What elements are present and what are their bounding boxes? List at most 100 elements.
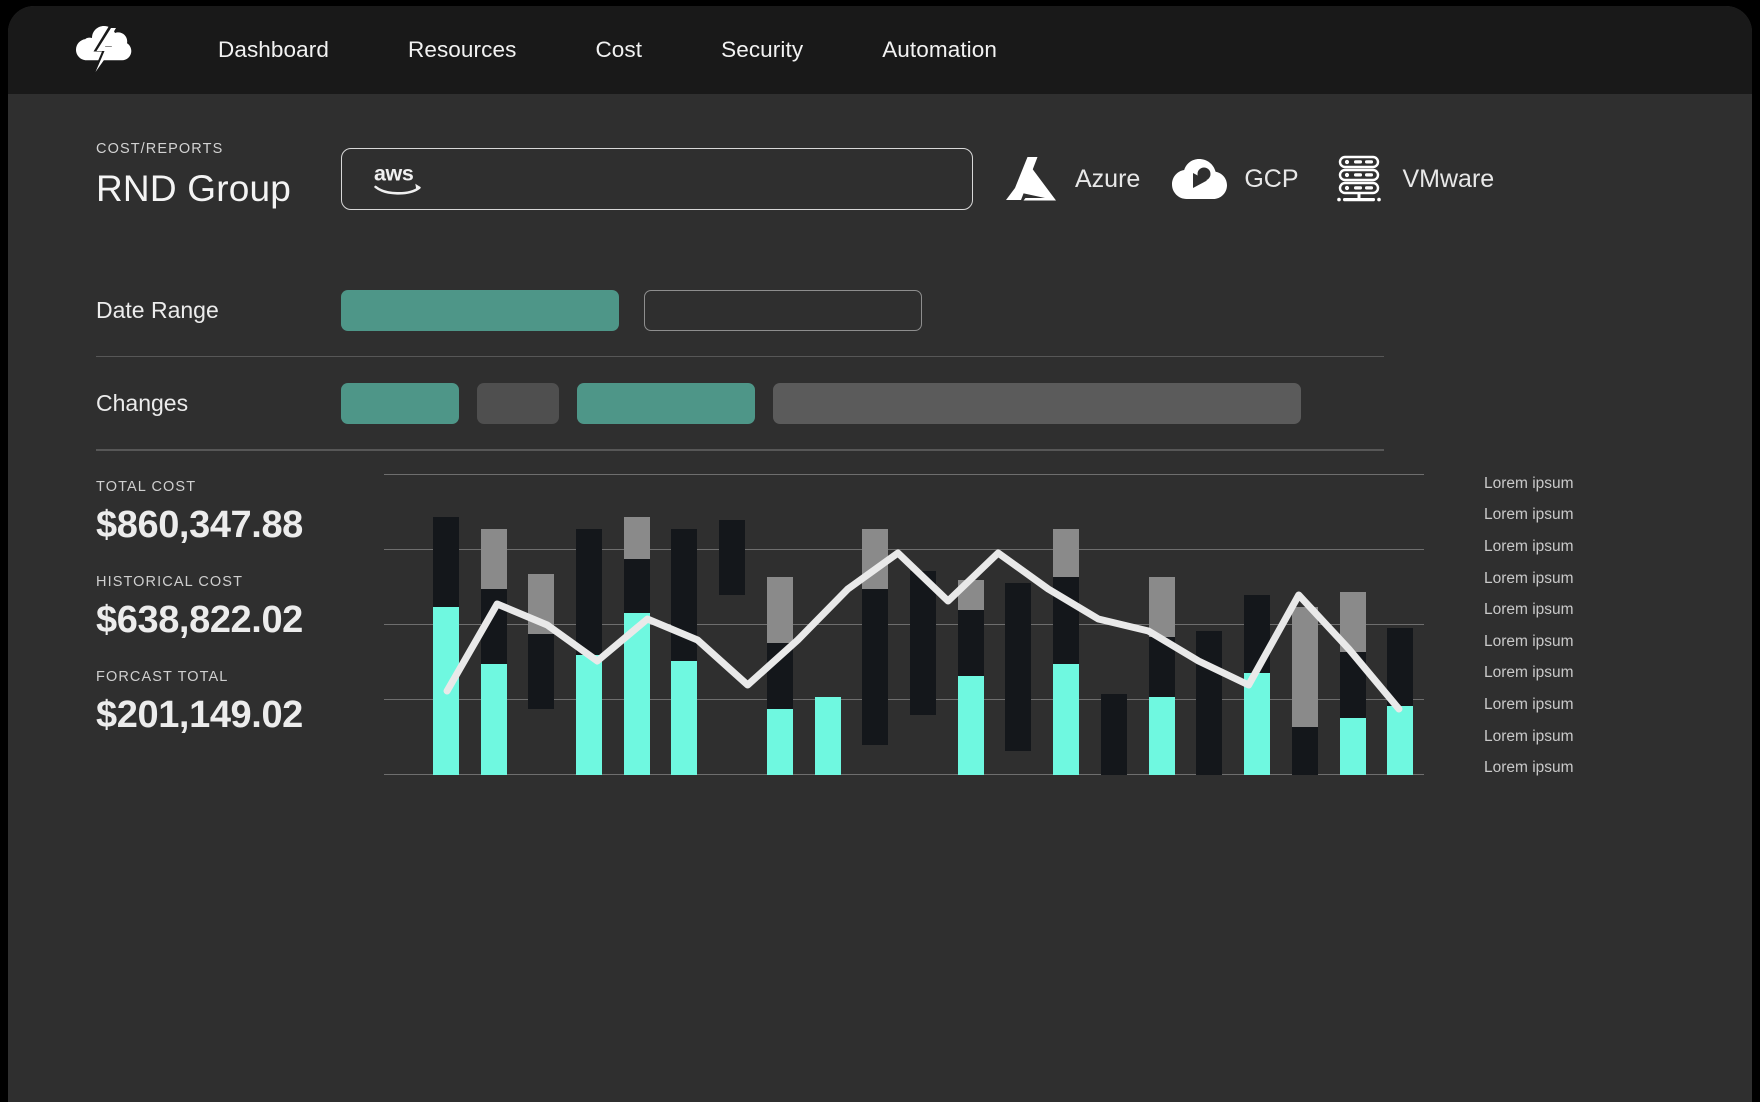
chart-bar-segment-mint [1387,705,1414,775]
chart-bar-offset [719,595,745,775]
nav-link-cost[interactable]: Cost [595,31,642,69]
breadcrumb: COST/REPORTS [96,140,224,157]
chart-bar-segment-gray [862,528,889,589]
filters-section: Date Range Changes [8,264,1752,451]
chart-bar-segment-mint [671,660,698,775]
chart-bar-segment-gray [623,516,650,559]
filter-label-date-range: Date Range [96,296,219,323]
chart-bar [957,579,984,775]
chart-bar-slot[interactable] [947,475,995,775]
nav-link-dashboard[interactable]: Dashboard [218,31,329,69]
chart-bar [766,576,793,775]
chart-bar-segment-mint [1339,717,1366,775]
chart-bar-segment-dark [1005,582,1032,751]
provider-label-azure: Azure [1075,164,1141,193]
chart-bar-slot[interactable] [422,475,470,775]
cost-stats: TOTAL COST $860,347.88 HISTORICAL COST $… [96,473,396,791]
filter-changes: Changes [96,357,1752,449]
chart-bar-offset [862,745,888,775]
chart-bar [719,519,746,775]
legend-item[interactable]: Lorem ipsum [1484,601,1574,619]
provider-option-gcp[interactable]: GCP [1172,154,1299,204]
legend-item[interactable]: Lorem ipsum [1484,475,1574,493]
chart-bar-segment-dark [576,528,603,655]
chart-bar-segment-mint [432,606,459,775]
app-window: Dashboard Resources Cost Security Automa… [8,6,1752,1102]
date-range-chip-primary[interactable] [341,289,619,331]
chart-bar [576,528,603,775]
chart-bar-segment-dark [1387,627,1414,706]
chart-bar [1387,627,1414,775]
chart-bar-slot[interactable] [995,475,1043,775]
chart-bar [910,570,937,775]
legend-item[interactable]: Lorem ipsum [1484,538,1574,556]
chart-bar-slot[interactable] [1233,475,1281,775]
provider-option-azure[interactable]: Azure [1003,154,1140,204]
chart-bar-segment-gray [1053,528,1080,577]
chart-bar-slot[interactable] [1138,475,1186,775]
chart-bar-segment-dark [1339,651,1366,718]
chart-bar-segment-dark [1291,726,1318,775]
provider-option-vmware[interactable]: VMware [1331,154,1494,204]
provider-option-aws[interactable]: aws [341,148,973,210]
chart-bar-segment-dark [1100,693,1127,775]
chart-bar-segment-dark [480,588,507,664]
date-range-chip-secondary[interactable] [644,289,922,331]
chart-bar-slot[interactable] [1186,475,1234,775]
chart-bar-slot[interactable] [1042,475,1090,775]
chart-bar-slot[interactable] [613,475,661,775]
chart-bar-slot[interactable] [1281,475,1329,775]
chart-bar [528,573,555,775]
nav-link-resources[interactable]: Resources [408,31,516,69]
chart-bar-segment-gray [528,573,555,634]
chart-bar [1339,591,1366,775]
provider-selection-row: COST/REPORTS RND Group aws Azure GCP VMw… [8,94,1752,210]
stat-forcast-total: FORCAST TOTAL $201,149.02 [96,669,396,737]
nav-link-security[interactable]: Security [721,31,803,69]
legend-item[interactable]: Lorem ipsum [1484,570,1574,588]
chart-bar-segment-mint [623,612,650,775]
chart-bar-segment-gray [766,576,793,643]
changes-chip-3[interactable] [577,382,755,424]
chart-bar-slot[interactable] [851,475,899,775]
changes-chip-1[interactable] [341,382,459,424]
legend-item[interactable]: Lorem ipsum [1484,696,1574,714]
stat-label-historical-cost: HISTORICAL COST [96,573,244,590]
chart-bar-segment-dark [719,519,746,595]
chart-bar-slot[interactable] [1376,475,1424,775]
chart-bar-slot[interactable] [1090,475,1138,775]
chart-bar-segment-dark [1244,594,1271,673]
aws-logo-icon: aws [374,162,421,195]
chart-bar-slot[interactable] [470,475,518,775]
stat-value-historical-cost: $638,822.02 [96,598,303,641]
chart-bar-slot[interactable] [899,475,947,775]
chart-bar-slot[interactable] [661,475,709,775]
chart-bar-slot[interactable] [517,475,565,775]
legend-item[interactable]: Lorem ipsum [1484,506,1574,524]
chart-bars [422,475,1424,775]
legend-item[interactable]: Lorem ipsum [1484,633,1574,651]
chart-bar [814,696,841,775]
chart-bar-slot[interactable] [565,475,613,775]
chart-bar-segment-mint [814,696,841,775]
chart-bar-segment-gray [1339,591,1366,652]
changes-chip-2[interactable] [477,382,559,424]
legend-item[interactable]: Lorem ipsum [1484,664,1574,682]
chart-bar-slot[interactable] [804,475,852,775]
legend-item[interactable]: Lorem ipsum [1484,728,1574,746]
chart-bar-segment-mint [480,663,507,775]
filter-date-range: Date Range [96,264,1752,356]
cloud-lightning-logo-icon[interactable] [70,22,134,78]
chart-bar-segment-gray [1291,606,1318,727]
page-title: RND Group [96,167,292,209]
stat-value-forcast-total: $201,149.02 [96,693,303,736]
chart-bar-segment-dark [671,528,698,661]
legend-item[interactable]: Lorem ipsum [1484,759,1574,777]
top-navigation-bar: Dashboard Resources Cost Security Automa… [8,6,1752,94]
nav-link-automation[interactable]: Automation [882,31,997,69]
chart-bar-slot[interactable] [708,475,756,775]
chart-bar-segment-dark [623,558,650,613]
chart-bar-slot[interactable] [756,475,804,775]
changes-chip-4[interactable] [773,382,1301,424]
chart-bar-slot[interactable] [1329,475,1377,775]
